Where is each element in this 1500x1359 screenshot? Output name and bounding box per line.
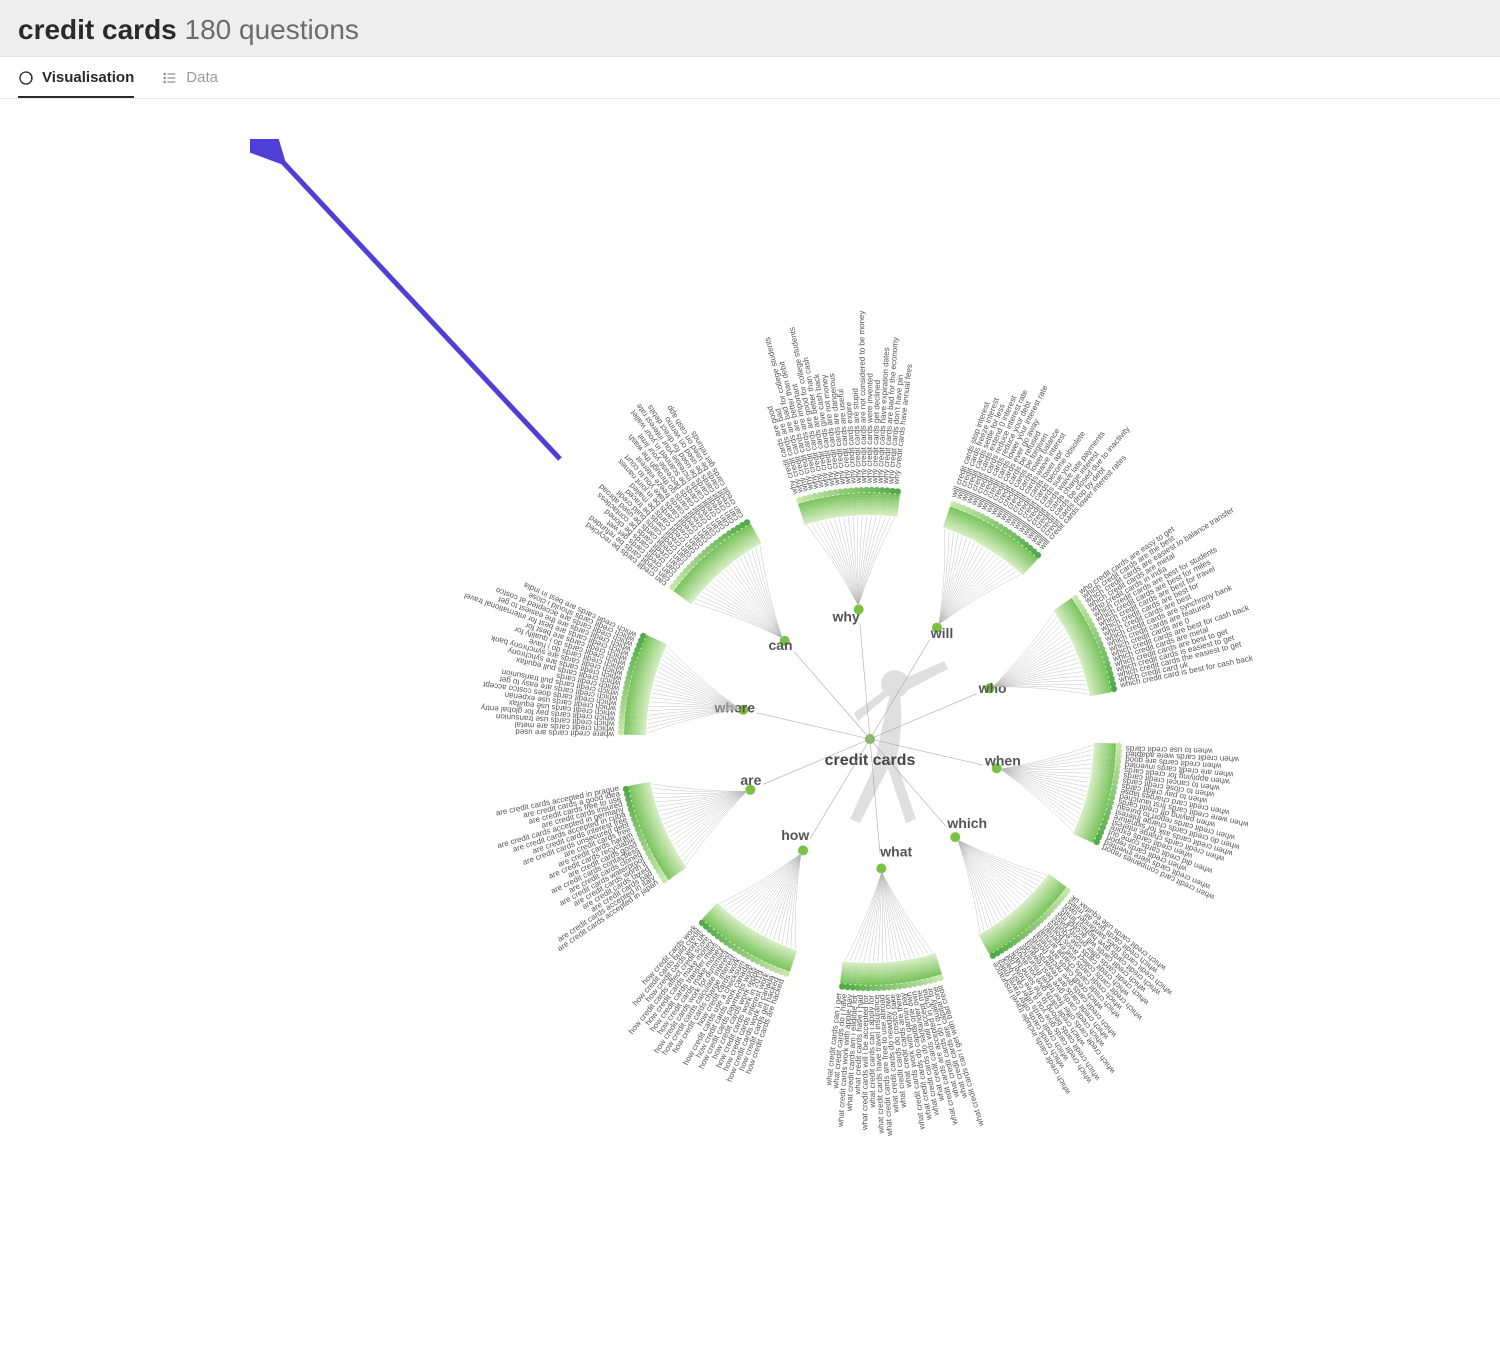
svg-text:credit cards: credit cards [825, 752, 916, 769]
svg-text:how: how [781, 827, 809, 843]
canvas: credit cardshowhow credit cards are hack… [0, 99, 1500, 1359]
header: credit cards 180 questions [0, 0, 1500, 57]
svg-text:which: which [946, 815, 987, 831]
list-icon [162, 70, 178, 86]
page-title: credit cards 180 questions [18, 14, 1482, 46]
tabs: Visualisation Data [0, 57, 1500, 99]
svg-text:when: when [984, 753, 1021, 769]
count-text: 180 questions [185, 14, 359, 45]
tab-visualisation-label: Visualisation [42, 69, 134, 86]
sunburst-chart[interactable]: credit cardshowhow credit cards are hack… [0, 99, 1500, 1359]
keyword-text: credit cards [18, 14, 177, 45]
tab-data[interactable]: Data [162, 69, 218, 98]
visualisation-icon [18, 70, 34, 86]
svg-text:will: will [930, 625, 954, 641]
svg-text:are: are [740, 772, 761, 788]
tab-visualisation[interactable]: Visualisation [18, 69, 134, 98]
svg-text:can: can [768, 637, 792, 653]
svg-text:why: why [831, 608, 859, 624]
tab-data-label: Data [186, 69, 218, 86]
svg-text:what: what [879, 844, 912, 860]
